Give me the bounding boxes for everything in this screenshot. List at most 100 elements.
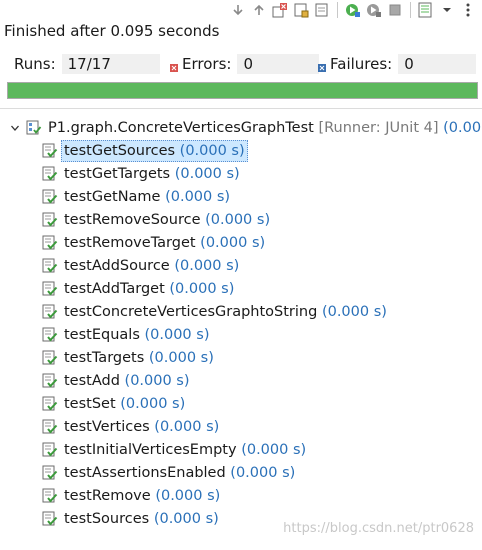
test-passed-icon (42, 235, 58, 251)
junit-view: Finished after 0.095 seconds Runs: 17/17… (0, 0, 482, 550)
test-case-row[interactable]: testEquals (0.000 s) (42, 324, 209, 345)
test-suite-icon (26, 120, 42, 136)
arrow-down-icon[interactable] (230, 2, 246, 18)
chevron-down-icon[interactable] (439, 2, 455, 18)
test-case-name: testSources (64, 510, 150, 527)
test-case-label-wrap: testConcreteVerticesGraphtoString (0.000… (64, 302, 387, 322)
test-case-label-wrap: testAddSource (0.000 s) (64, 256, 239, 276)
test-case-label-wrap: testAssertionsEnabled (0.000 s) (64, 463, 295, 483)
test-case-time: (0.000 s) (174, 257, 240, 274)
test-case-name: testConcreteVerticesGraphtoString (64, 303, 318, 320)
test-case-time: (0.000 s) (241, 441, 307, 458)
failures-counter: Failures: 0 (318, 52, 477, 76)
test-case-time: (0.000 s) (165, 188, 231, 205)
test-case-name: testAssertionsEnabled (64, 464, 226, 481)
run-status-text: Finished after 0.095 seconds (4, 22, 220, 40)
suite-node[interactable]: P1.graph.ConcreteVerticesGraphTest [Runn… (0, 117, 482, 139)
test-case-time: (0.000 s) (148, 349, 214, 366)
test-case-name: testEquals (64, 326, 140, 343)
show-failures-only-icon[interactable] (272, 2, 288, 18)
test-case-row[interactable]: testGetTargets (0.000 s) (42, 163, 240, 184)
test-case-label-wrap: testGetSources (0.000 s) (61, 139, 248, 162)
test-case-row[interactable]: testGetName (0.000 s) (42, 186, 230, 207)
arrow-up-icon[interactable] (251, 2, 267, 18)
chevron-down-icon[interactable] (8, 121, 22, 135)
test-case-name: testRemove (64, 487, 151, 504)
test-case-time: (0.000 s) (169, 280, 235, 297)
test-case-row[interactable]: testSources (0.000 s) (42, 508, 219, 529)
failures-value: 0 (398, 54, 477, 74)
suite-name: P1.graph.ConcreteVerticesGraphTest (48, 120, 314, 136)
errors-value: 0 (237, 54, 320, 74)
test-passed-icon (42, 258, 58, 274)
test-case-time: (0.000 s) (154, 418, 220, 435)
failure-icon (318, 60, 326, 72)
counters-bar: Runs: 17/17 Errors: 0 Failures: 0 (0, 52, 482, 76)
test-case-label-wrap: testInitialVerticesEmpty (0.000 s) (64, 440, 306, 460)
test-case-label-wrap: testRemoveTarget (0.000 s) (64, 233, 265, 253)
failures-label: Failures: (330, 55, 393, 73)
test-case-time: (0.000 s) (321, 303, 387, 320)
test-passed-icon (42, 166, 58, 182)
test-passed-icon (42, 212, 58, 228)
test-case-label-wrap: testRemove (0.000 s) (64, 486, 220, 506)
stop-icon[interactable] (387, 2, 403, 18)
errors-label: Errors: (182, 55, 232, 73)
test-case-row[interactable]: testAddTarget (0.000 s) (42, 278, 234, 299)
progress-bar (7, 82, 478, 99)
test-case-label-wrap: testGetName (0.000 s) (64, 187, 230, 207)
test-case-row[interactable]: testTargets (0.000 s) (42, 347, 214, 368)
test-case-name: testGetSources (64, 142, 176, 159)
error-icon (170, 60, 178, 72)
test-passed-icon (42, 465, 58, 481)
test-case-row[interactable]: testInitialVerticesEmpty (0.000 s) (42, 439, 306, 460)
test-case-label-wrap: testSources (0.000 s) (64, 509, 219, 529)
test-case-label-wrap: testRemoveSource (0.000 s) (64, 210, 270, 230)
test-case-row[interactable]: testRemove (0.000 s) (42, 485, 220, 506)
test-case-row[interactable]: testAssertionsEnabled (0.000 s) (42, 462, 295, 483)
test-passed-icon (42, 488, 58, 504)
test-case-time: (0.000 s) (120, 395, 186, 412)
test-passed-icon (42, 143, 58, 159)
test-case-time: (0.000 s) (205, 211, 271, 228)
test-case-name: testVertices (64, 418, 150, 435)
test-case-time: (0.000 s) (144, 326, 210, 343)
test-case-row[interactable]: testRemoveTarget (0.000 s) (42, 232, 265, 253)
test-case-name: testAddSource (64, 257, 170, 274)
test-case-row[interactable]: testConcreteVerticesGraphtoString (0.000… (42, 301, 387, 322)
test-case-time: (0.000 s) (200, 234, 266, 251)
test-case-label-wrap: testSet (0.000 s) (64, 394, 185, 414)
test-case-time: (0.000 s) (174, 165, 240, 182)
test-case-row[interactable]: testRemoveSource (0.000 s) (42, 209, 270, 230)
suite-time: (0.008 (443, 120, 482, 136)
test-case-name: testRemoveSource (64, 211, 201, 228)
runs-label: Runs: (14, 55, 56, 73)
test-passed-icon (42, 511, 58, 527)
scroll-lock-icon[interactable] (293, 2, 309, 18)
test-case-name: testSet (64, 395, 116, 412)
junit-toolbar (220, 0, 482, 20)
rerun-icon[interactable] (345, 2, 361, 18)
test-case-row[interactable]: testAddSource (0.000 s) (42, 255, 239, 276)
test-case-time: (0.000 s) (124, 372, 190, 389)
view-menu-icon[interactable] (460, 2, 476, 18)
test-case-time: (0.000 s) (230, 464, 296, 481)
history-icon[interactable] (314, 2, 330, 18)
divider (0, 108, 482, 109)
test-case-row[interactable]: testVertices (0.000 s) (42, 416, 219, 437)
test-case-row[interactable]: testSet (0.000 s) (42, 393, 185, 414)
rerun-failed-icon[interactable] (366, 2, 382, 18)
test-case-label-wrap: testAdd (0.000 s) (64, 371, 190, 391)
errors-counter: Errors: 0 (170, 52, 320, 76)
test-passed-icon (42, 442, 58, 458)
test-passed-icon (42, 304, 58, 320)
test-case-row[interactable]: testAdd (0.000 s) (42, 370, 190, 391)
test-layout-icon[interactable] (418, 2, 434, 18)
test-passed-icon (42, 189, 58, 205)
test-case-row[interactable]: testGetSources (0.000 s) (42, 139, 248, 162)
test-case-name: testTargets (64, 349, 145, 366)
test-case-label-wrap: testAddTarget (0.000 s) (64, 279, 234, 299)
test-passed-icon (42, 373, 58, 389)
test-case-name: testGetTargets (64, 165, 171, 182)
progress-fill (8, 83, 477, 98)
